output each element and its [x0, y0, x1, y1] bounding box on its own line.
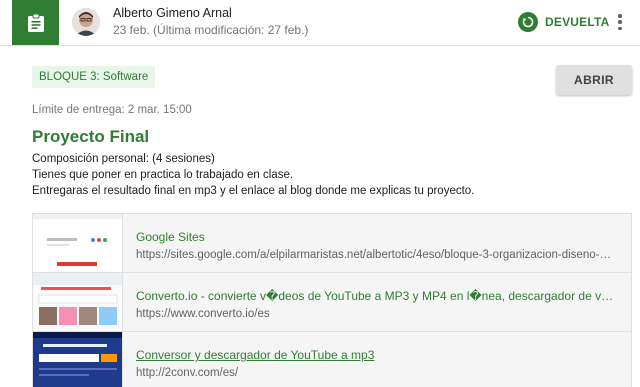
user-photo	[72, 8, 100, 36]
attachment-title[interactable]: Google Sites	[136, 230, 616, 244]
status-returned: DEVUELTA	[518, 11, 610, 33]
avatar[interactable]	[72, 8, 100, 36]
topic-chip[interactable]: BLOQUE 3: Software	[32, 66, 156, 88]
header-divider	[0, 45, 640, 46]
assignment-icon-box	[12, 0, 59, 45]
attachment-thumbnail	[33, 332, 123, 387]
attachment-thumbnail	[33, 214, 123, 272]
open-button[interactable]: ABRIR	[556, 65, 632, 95]
assignment-description: Composición personal: (4 sesiones) Tiene…	[32, 151, 474, 199]
returned-icon	[518, 12, 538, 32]
attachment-thumbnail	[33, 273, 123, 331]
attachment-title[interactable]: Conversor y descargador de YouTube a mp3	[136, 348, 616, 362]
attachment-title[interactable]: Converto.io - convierte v�deos de YouTub…	[136, 289, 616, 303]
post-header: Alberto Gimeno Arnal 23 feb. (Última mod…	[0, 0, 640, 45]
post-date: 23 feb. (Última modificación: 27 feb.)	[113, 23, 309, 37]
assignment-icon	[27, 13, 44, 32]
description-line: Composición personal: (4 sesiones)	[32, 153, 215, 165]
attachment-2conv[interactable]: Conversor y descargador de YouTube a mp3…	[32, 331, 632, 387]
attachment-converto[interactable]: Converto.io - convierte v�deos de YouTub…	[32, 272, 632, 332]
attachment-url: http://2conv.com/es/	[136, 367, 239, 379]
status-label: DEVUELTA	[545, 15, 610, 29]
description-line: Entregaras el resultado final en mp3 y e…	[32, 185, 475, 197]
deadline-text: Límite de entrega: 2 mar. 15:00	[32, 104, 192, 116]
more-options-icon[interactable]	[612, 12, 628, 32]
assignment-title[interactable]: Proyecto Final	[32, 127, 149, 147]
attachment-url: https://www.converto.io/es	[136, 308, 270, 320]
attachment-google-sites[interactable]: Google Sites https://sites.google.com/a/…	[32, 213, 632, 273]
attachment-url: https://sites.google.com/a/elpilarmarist…	[136, 249, 616, 261]
author-name: Alberto Gimeno Arnal	[113, 6, 232, 20]
description-line: Tienes que poner en practica lo trabajad…	[32, 169, 294, 181]
